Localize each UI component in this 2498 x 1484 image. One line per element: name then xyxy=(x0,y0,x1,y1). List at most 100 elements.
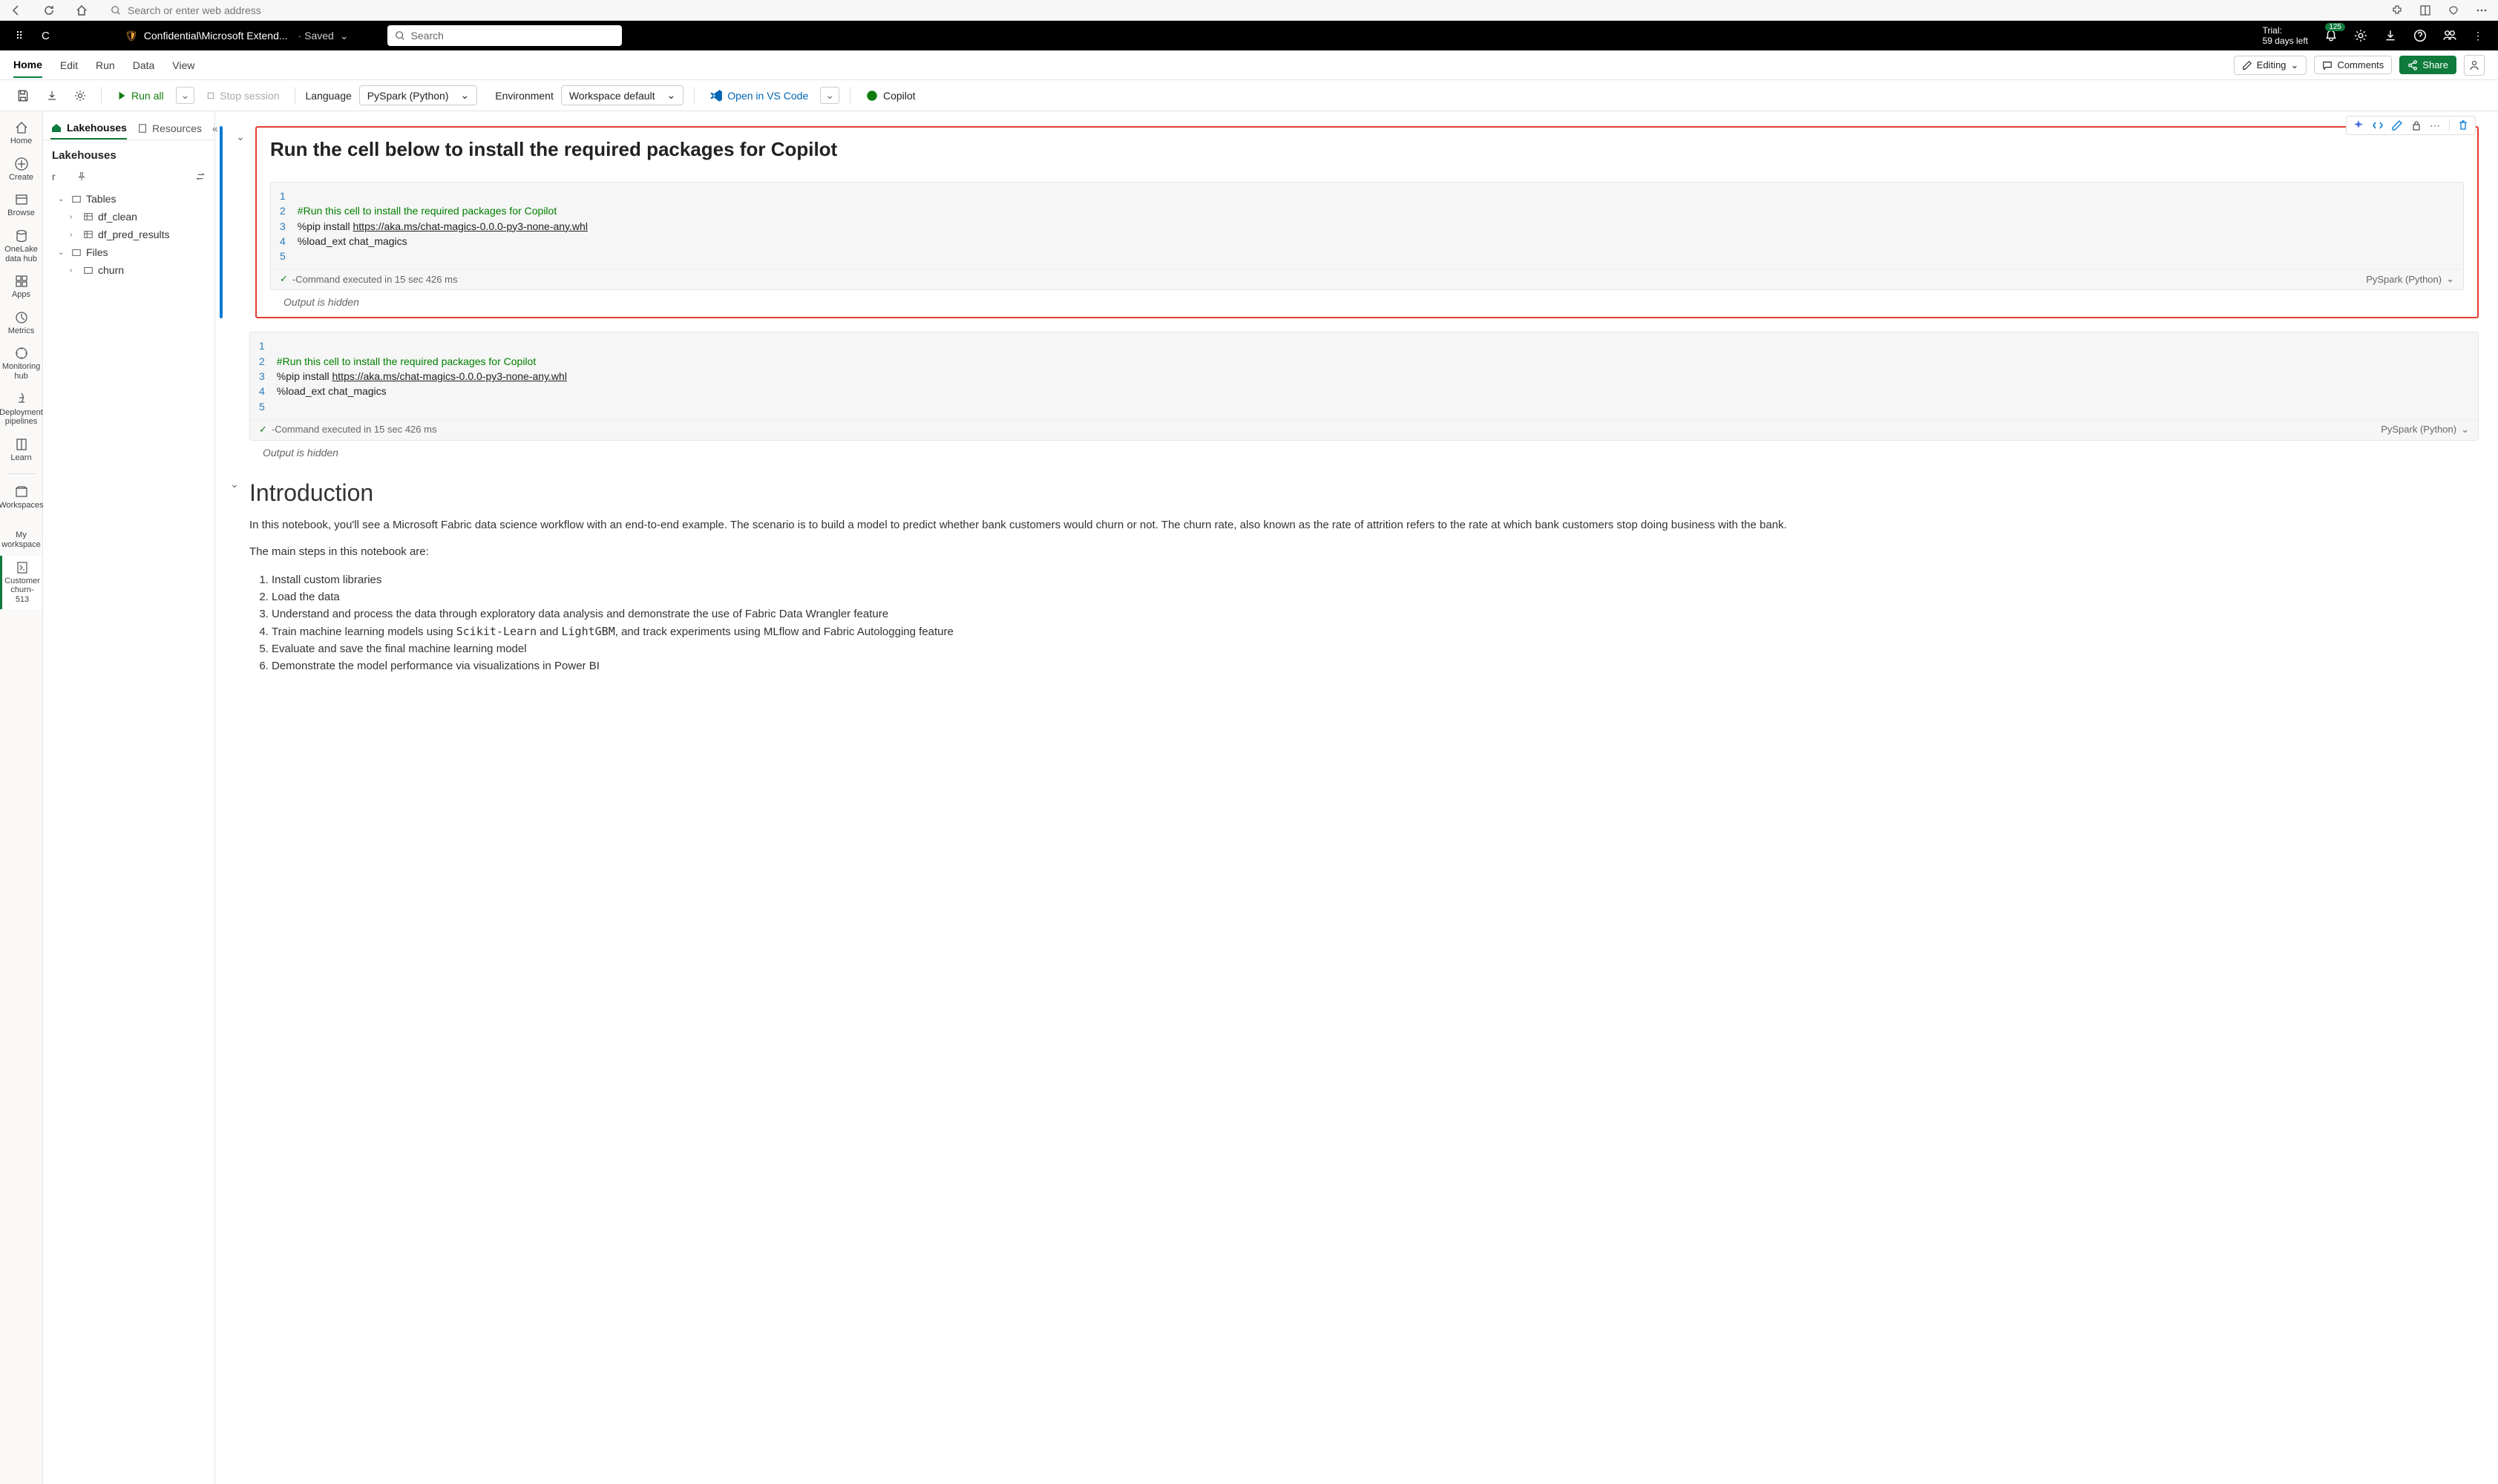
sidetab-lakehouses[interactable]: Lakehouses xyxy=(50,117,127,139)
search-input[interactable]: Search xyxy=(387,25,622,46)
saved-status: Saved xyxy=(304,30,334,42)
more-icon[interactable]: ⋯ xyxy=(2430,119,2442,131)
tab-view[interactable]: View xyxy=(172,53,194,77)
rail-monitoring[interactable]: Monitoring hub xyxy=(0,341,42,385)
exec-status: -Command executed in 15 sec 426 ms xyxy=(272,424,437,435)
delete-icon[interactable] xyxy=(2457,119,2469,131)
collapse-chevron[interactable]: ⌄ xyxy=(236,131,245,318)
breadcrumb[interactable]: 🛡 Confidential\Microsoft Extend... · Sav… xyxy=(125,30,349,42)
panel-letter: r xyxy=(52,171,56,183)
notification-badge: 125 xyxy=(2325,23,2345,31)
favorites-icon[interactable] xyxy=(2448,4,2459,16)
open-vscode-button[interactable]: Open in VS Code xyxy=(705,86,813,105)
cell-toolbar: ⋯ xyxy=(2346,116,2476,135)
cell-lang[interactable]: PySpark (Python) ⌄ xyxy=(2366,273,2454,285)
search-icon xyxy=(395,30,405,41)
switch-icon[interactable] xyxy=(195,171,206,182)
waffle-icon[interactable]: ⠿ xyxy=(6,30,33,42)
share-button[interactable]: Share xyxy=(2399,56,2456,74)
environment-dropdown[interactable]: Workspace default⌄ xyxy=(561,85,683,105)
stop-session-button[interactable]: Stop session xyxy=(202,87,283,105)
notebook-area: ⋯ ⌄ Run the cell below to install the re… xyxy=(215,111,2498,1484)
output-hidden[interactable]: Output is hidden xyxy=(270,290,2464,309)
tab-data[interactable]: Data xyxy=(133,53,155,77)
chevron-down-icon[interactable]: ⌄ xyxy=(176,87,195,104)
home-icon[interactable] xyxy=(76,4,88,16)
split-icon[interactable] xyxy=(2419,4,2431,16)
search-icon xyxy=(110,4,122,16)
cell-title: Run the cell below to install the requir… xyxy=(270,138,2464,161)
code-block[interactable]: 12345 #Run this cell to install the requ… xyxy=(270,182,2464,290)
intro-p1: In this notebook, you'll see a Microsoft… xyxy=(249,517,2479,534)
output-hidden[interactable]: Output is hidden xyxy=(249,441,2479,460)
tree-df-pred[interactable]: ›df_pred_results xyxy=(47,226,210,243)
cell-1: ⌄ Run the cell below to install the requ… xyxy=(220,126,2479,318)
chevron-down-icon: ⌄ xyxy=(461,89,470,102)
edit-icon[interactable] xyxy=(2391,119,2403,131)
cell-2: 12345 #Run this cell to install the requ… xyxy=(220,332,2479,459)
rail-browse[interactable]: Browse xyxy=(0,188,42,223)
sparkle-icon[interactable] xyxy=(2353,119,2364,131)
browser-chrome: Search or enter web address xyxy=(0,0,2498,21)
extension-icon[interactable] xyxy=(2391,4,2403,16)
refresh-icon[interactable] xyxy=(43,4,55,16)
rail-onelake[interactable]: OneLake data hub xyxy=(0,224,42,268)
gear-icon[interactable] xyxy=(70,87,91,105)
download-icon[interactable] xyxy=(2384,29,2397,42)
run-all-button[interactable]: Run all xyxy=(112,87,168,105)
app-more-icon[interactable]: ⋮ xyxy=(2473,30,2483,42)
help-icon[interactable] xyxy=(2413,29,2427,42)
rail-workspaces[interactable]: Workspaces xyxy=(0,480,42,515)
left-rail: Home Create Browse OneLake data hub Apps… xyxy=(0,111,43,1484)
ribbon-tabs: Home Edit Run Data View Editing ⌄ Commen… xyxy=(0,50,2498,80)
tree: ⌄Tables ›df_clean ›df_pred_results ⌄File… xyxy=(43,187,214,288)
notifications-icon[interactable]: 125 xyxy=(2324,29,2338,42)
code-icon[interactable] xyxy=(2372,119,2384,131)
tree-tables[interactable]: ⌄Tables xyxy=(47,190,210,208)
rail-myworkspace[interactable]: My workspace xyxy=(0,525,42,554)
rail-metrics[interactable]: Metrics xyxy=(0,306,42,341)
language-dropdown[interactable]: PySpark (Python)⌄ xyxy=(359,85,477,105)
rail-home[interactable]: Home xyxy=(0,116,42,151)
tab-home[interactable]: Home xyxy=(13,53,42,78)
tree-files[interactable]: ⌄Files xyxy=(47,243,210,261)
rail-create[interactable]: Create xyxy=(0,152,42,187)
intro-heading: Introduction xyxy=(249,479,2479,507)
rail-current-item[interactable]: Customer churn-513 xyxy=(0,556,42,609)
tab-run[interactable]: Run xyxy=(96,53,115,77)
code-block[interactable]: 12345 #Run this cell to install the requ… xyxy=(249,332,2479,440)
editing-mode[interactable]: Editing ⌄ xyxy=(2234,56,2307,75)
chevron-down-icon: ⌄ xyxy=(667,89,676,102)
app-bar: ⠿ C 🛡 Confidential\Microsoft Extend... ·… xyxy=(0,21,2498,50)
download-icon[interactable] xyxy=(42,87,62,105)
tree-df-clean[interactable]: ›df_clean xyxy=(47,208,210,226)
chevron-down-icon[interactable]: ⌄ xyxy=(820,87,839,104)
shield-icon: 🛡 xyxy=(125,30,138,42)
intro-p2: The main steps in this notebook are: xyxy=(249,544,2479,561)
lock-icon[interactable] xyxy=(2410,119,2422,131)
sidetab-resources[interactable]: Resources xyxy=(137,118,202,139)
cell-intro: ⌄ Introduction In this notebook, you'll … xyxy=(220,473,2479,675)
address-bar[interactable]: Search or enter web address xyxy=(102,4,2376,16)
side-panel: Lakehouses Resources « Lakehouses r ⌄Tab… xyxy=(43,111,215,1484)
save-icon[interactable] xyxy=(12,86,34,105)
people-button[interactable] xyxy=(2464,55,2485,76)
settings-icon[interactable] xyxy=(2354,29,2367,42)
back-icon[interactable] xyxy=(10,4,22,16)
collapse-chevron[interactable]: ⌄ xyxy=(230,478,239,675)
cell-lang[interactable]: PySpark (Python) ⌄ xyxy=(2381,424,2469,436)
tab-edit[interactable]: Edit xyxy=(60,53,78,77)
pin-icon[interactable] xyxy=(76,171,87,182)
tree-churn[interactable]: ›churn xyxy=(47,261,210,279)
rail-deploy[interactable]: Deployment pipelines xyxy=(0,387,42,431)
copilot-button[interactable]: Copilot xyxy=(861,86,920,105)
environment-label: Environment xyxy=(495,90,554,102)
account-icon[interactable] xyxy=(2443,29,2456,42)
comments-button[interactable]: Comments xyxy=(2314,56,2392,74)
rail-learn[interactable]: Learn xyxy=(0,433,42,467)
app-letter[interactable]: C xyxy=(42,30,116,42)
rail-apps[interactable]: Apps xyxy=(0,269,42,304)
search-placeholder: Search xyxy=(411,30,444,42)
chevron-down-icon[interactable]: ⌄ xyxy=(340,30,349,42)
more-icon[interactable] xyxy=(2476,4,2488,16)
